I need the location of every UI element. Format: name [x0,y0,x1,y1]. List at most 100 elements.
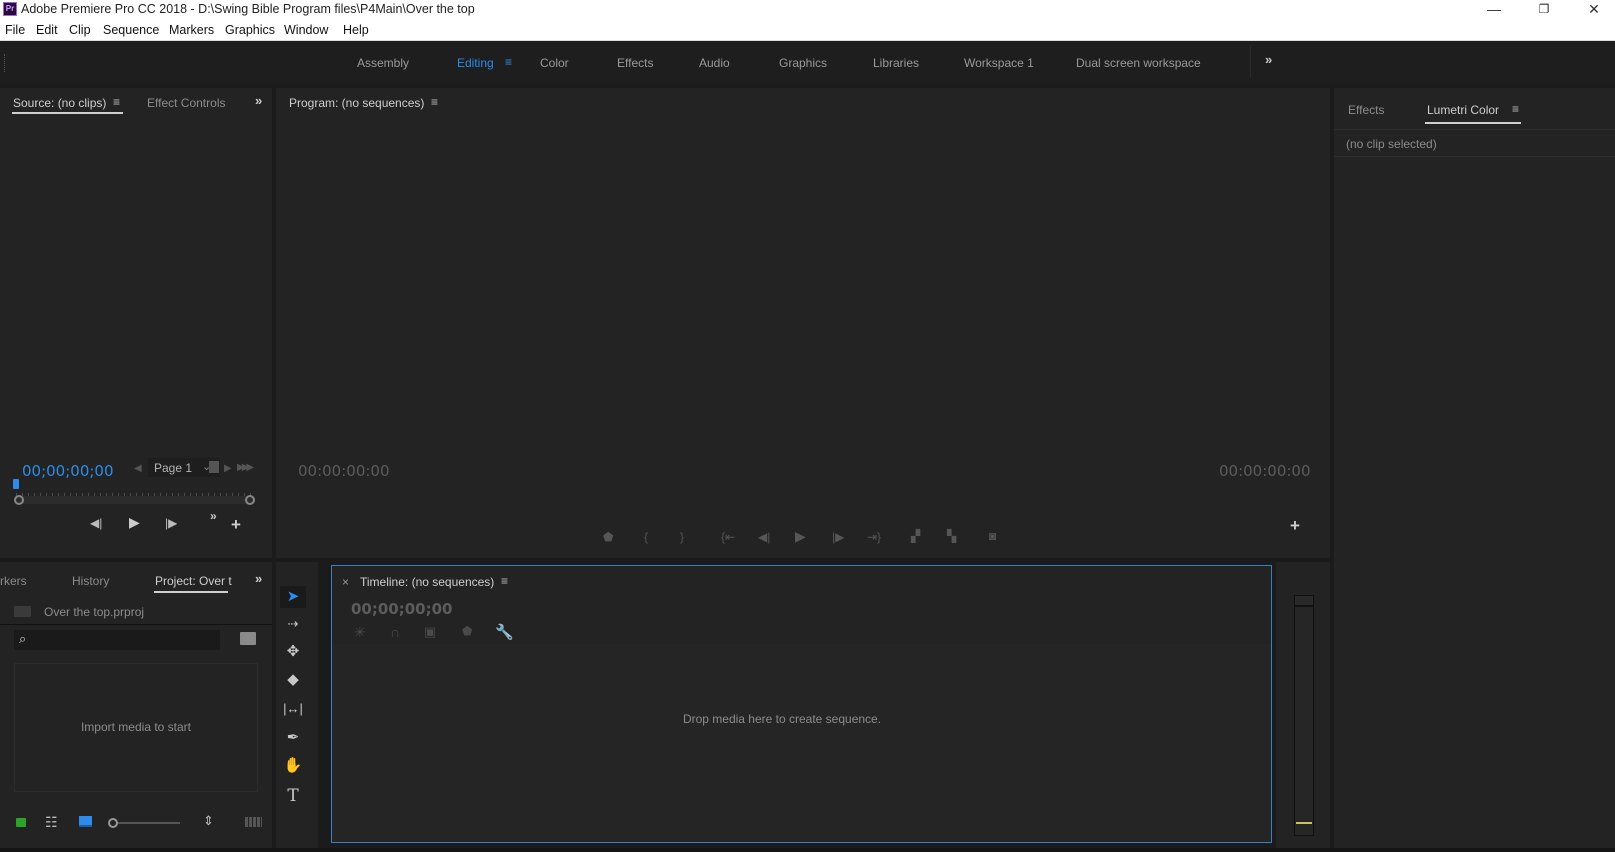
tab-project[interactable]: Project: Over t [155,574,232,588]
menu-markers[interactable]: Markers [169,23,214,37]
prev-page-icon[interactable]: ◀ [134,463,142,474]
find-folder-icon[interactable] [240,632,256,645]
tab-effects[interactable]: Effects [1348,103,1384,117]
premiere-app-icon: Pr [3,2,17,16]
workspace-editing[interactable]: Editing [457,56,494,70]
timeline-timecode[interactable]: 00;00;00;00 [351,600,453,618]
menu-graphics[interactable]: Graphics [225,23,275,37]
sort-icon[interactable]: ⇕ [203,813,214,829]
active-tab-underline [154,591,228,593]
razor-tool-icon[interactable]: ◆ [280,669,306,691]
tab-markers[interactable]: rkers [0,574,27,588]
wrench-icon[interactable]: 🔧 [495,623,514,641]
close-window-button[interactable]: ✕ [1571,0,1615,20]
extract-icon[interactable]: ▚ [947,529,956,543]
workspace-menu-icon[interactable]: ≡ [505,55,512,69]
play-icon[interactable]: ▶ [795,528,806,545]
workspace-effects[interactable]: Effects [617,56,653,70]
panel-overflow-icon[interactable]: » [255,571,262,586]
playhead-marker[interactable] [13,479,19,489]
workspace-dual-screen[interactable]: Dual screen workspace [1076,56,1201,70]
zoom-slider[interactable] [118,822,180,824]
project-search-input[interactable]: ⌕ [14,630,220,650]
grip-handle[interactable] [4,54,6,72]
workspace-bar: Assembly Editing ≡ Color Effects Audio G… [0,42,1615,84]
add-button-icon[interactable]: + [1290,516,1300,536]
add-button-icon[interactable]: + [231,515,241,535]
lock-icon[interactable] [16,818,26,827]
menu-help[interactable]: Help [343,23,369,37]
tab-history[interactable]: History [72,574,109,588]
step-forward-icon[interactable]: |▶ [165,516,177,530]
page-select[interactable]: Page 1 ⌄ [148,458,220,477]
panel-menu-icon[interactable]: ≡ [113,95,120,109]
program-panel: Program: (no sequences) ≡ 00:00:00:00 00… [276,88,1330,558]
go-to-in-icon[interactable]: {⇤ [721,530,735,544]
step-forward-icon[interactable]: |▶ [832,530,844,544]
source-timecode[interactable]: 00;00;00;00 [22,462,114,480]
step-back-icon[interactable]: ◀| [90,516,102,530]
tab-source[interactable]: Source: (no clips) [13,96,106,110]
panel-menu-icon[interactable]: ≡ [1512,102,1519,116]
close-panel-icon[interactable]: × [342,575,349,589]
panel-overflow-icon[interactable]: » [255,93,262,108]
track-select-forward-tool-icon[interactable]: ⇢ [280,613,306,635]
selection-tool-icon[interactable]: ➤ [280,586,306,608]
minimize-button[interactable]: — [1471,0,1517,20]
menu-sequence[interactable]: Sequence [103,23,159,37]
divider [0,624,272,625]
automate-to-sequence-icon[interactable] [245,817,262,827]
program-title[interactable]: Program: (no sequences) [289,96,424,110]
workspace-overflow-icon[interactable]: » [1265,52,1272,67]
linked-selection-icon[interactable]: ▣ [424,624,436,640]
restore-button[interactable]: ❐ [1521,0,1567,20]
scroll-handle-left[interactable] [14,495,24,505]
scroll-handle-right[interactable] [245,495,255,505]
hand-tool-icon[interactable]: ✋ [280,755,306,777]
step-back-icon[interactable]: ◀| [758,530,770,544]
add-marker-icon[interactable]: ⬟ [462,624,472,638]
workspace-color[interactable]: Color [540,56,569,70]
controls-overflow-icon[interactable]: » [210,509,217,523]
list-view-icon[interactable]: ☷ [45,814,58,831]
mark-out-icon[interactable]: } [680,530,684,544]
timeline-drop-area[interactable]: Drop media here to create sequence. [332,644,1271,842]
ripple-edit-tool-icon[interactable]: ✥ [280,641,306,663]
nest-icon[interactable]: ✳ [354,624,366,641]
export-frame-icon[interactable]: ◙ [989,529,996,543]
zoom-scrollbar[interactable] [14,495,255,505]
go-to-out-icon[interactable]: ⇥} [867,530,881,544]
workspace-graphics[interactable]: Graphics [779,56,827,70]
media-drop-area[interactable]: Import media to start [14,663,258,792]
snap-icon[interactable]: ∩ [390,624,400,640]
project-file-name: Over the top.prproj [44,605,145,619]
add-marker-icon[interactable]: ⬟ [603,530,613,544]
slip-tool-icon[interactable]: |↔| [280,698,306,720]
window-title: Adobe Premiere Pro CC 2018 - D:\Swing Bi… [21,2,475,16]
zoom-slider-handle[interactable] [108,818,118,828]
next-page-icon[interactable]: ▶ [224,463,232,474]
type-tool-icon[interactable]: T [280,785,306,807]
program-timecode-current[interactable]: 00:00:00:00 [298,462,390,480]
workspace-assembly[interactable]: Assembly [357,56,409,70]
tab-effect-controls[interactable]: Effect Controls [147,96,225,110]
pen-tool-icon[interactable]: ✒ [280,727,306,749]
menu-window[interactable]: Window [284,23,328,37]
lift-icon[interactable]: ▞ [911,529,920,543]
panel-menu-icon[interactable]: ≡ [501,574,508,588]
play-icon[interactable]: ▶ [129,514,140,531]
tab-lumetri-color[interactable]: Lumetri Color [1427,103,1499,117]
menu-edit[interactable]: Edit [36,23,58,37]
menu-clip[interactable]: Clip [69,23,91,37]
icon-view-icon[interactable] [79,816,92,827]
last-page-icon[interactable]: ▶▶▶ [237,462,254,473]
workspace-workspace-1[interactable]: Workspace 1 [964,56,1034,70]
menu-bar: File Edit Clip Sequence Markers Graphics… [0,20,1615,41]
mark-in-icon[interactable]: { [644,530,648,544]
panel-menu-icon[interactable]: ≡ [431,95,438,109]
timeline-title[interactable]: Timeline: (no sequences) [360,575,494,589]
workspace-libraries[interactable]: Libraries [873,56,919,70]
meter-peak-indicator[interactable] [1294,595,1314,606]
workspace-audio[interactable]: Audio [699,56,730,70]
menu-file[interactable]: File [5,23,25,37]
